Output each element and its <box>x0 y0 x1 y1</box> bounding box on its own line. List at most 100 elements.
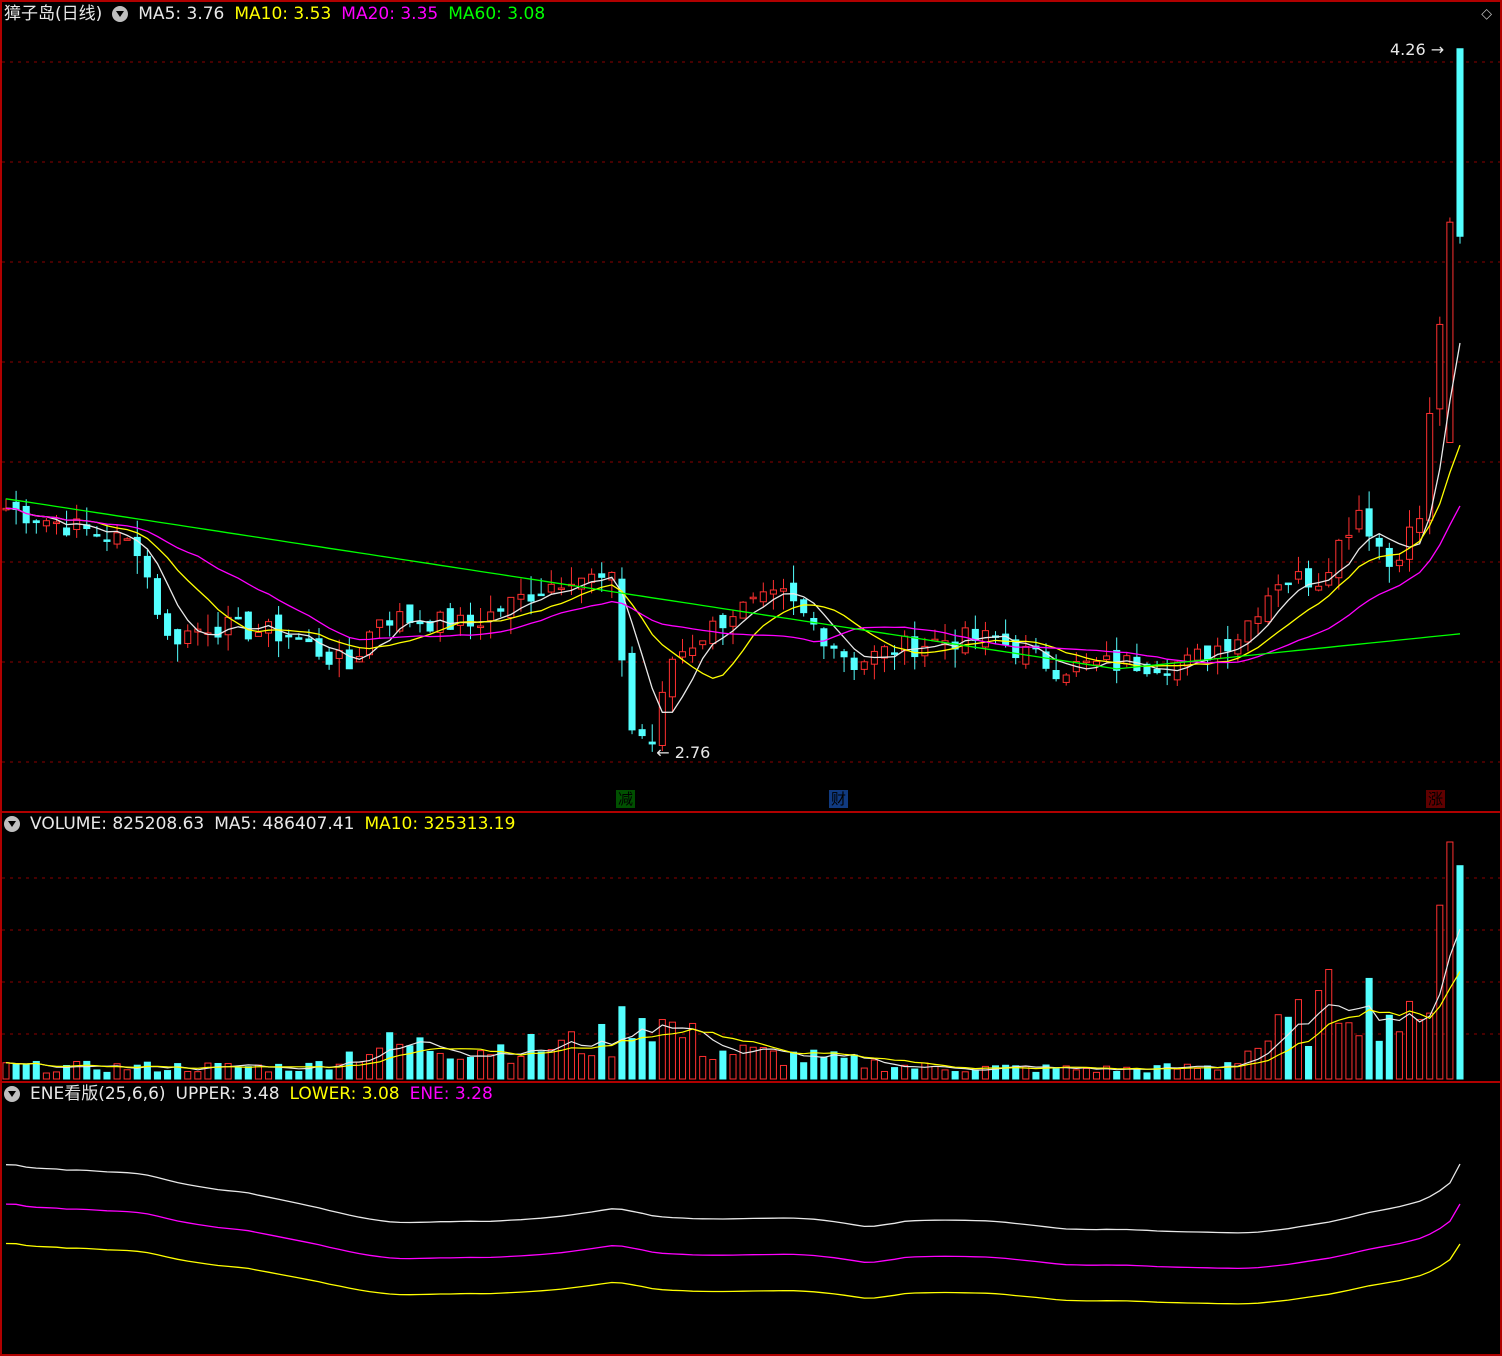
candle-body <box>386 620 394 626</box>
candle-body <box>779 588 788 592</box>
volume-bar <box>396 1043 404 1080</box>
candle-body <box>1456 48 1464 237</box>
marker-reduce[interactable]: 减 <box>616 790 636 808</box>
candle-body <box>891 652 899 655</box>
volume-bar <box>315 1061 323 1080</box>
volume-bar <box>1224 1062 1232 1080</box>
ene-header: ENE看版(25,6,6) UPPER: 3.48 LOWER: 3.08 ENE: … <box>4 1082 513 1106</box>
volume-bar <box>103 1071 111 1080</box>
volume-bar <box>1294 999 1302 1080</box>
candle-body <box>699 640 707 646</box>
candle-body <box>1395 559 1403 567</box>
volume-bar <box>497 1044 505 1080</box>
volume-bar <box>941 1069 949 1080</box>
collapse-circle-icon[interactable] <box>4 1086 20 1102</box>
volume-bar <box>921 1062 929 1080</box>
collapse-circle-icon[interactable] <box>112 6 129 22</box>
candle-body <box>1264 595 1272 623</box>
volume-bar <box>648 1041 656 1080</box>
ene-legend-item: ENE: 3.28 <box>409 1084 493 1104</box>
grid-lines <box>0 0 1502 1356</box>
ene-upper-line <box>5 1163 1461 1234</box>
volume-bar <box>719 1050 727 1080</box>
volume-bar <box>517 1055 525 1080</box>
candle-body <box>1082 660 1090 664</box>
candle-body <box>487 611 495 622</box>
candle-body <box>1416 518 1424 533</box>
volume-bar <box>668 1021 676 1080</box>
candle-body <box>689 647 697 656</box>
low-price-label: ← 2.76 <box>656 743 710 762</box>
ma-legend: MA5: 3.76 MA10: 3.53 MA20: 3.35 MA60: 3.08 <box>138 2 555 26</box>
volume-bar <box>1052 1068 1060 1080</box>
candle-body <box>1284 582 1292 586</box>
chart-canvas[interactable]: 4.26 → ← 2.76 <box>0 0 1502 1356</box>
marker-finance[interactable]: 财 <box>829 790 849 808</box>
candle-body <box>376 619 384 628</box>
volume-legend: VOLUME: 825208.63 MA5: 486407.41 MA10: 325… <box>30 812 525 836</box>
volume-bar <box>961 1071 969 1080</box>
candle-body <box>406 604 414 624</box>
volume-bar <box>911 1068 919 1080</box>
volume-bar <box>810 1049 818 1080</box>
diamond-icon[interactable]: ◇ <box>1481 6 1492 22</box>
volume-bar <box>73 1060 81 1080</box>
collapse-circle-icon[interactable] <box>4 816 20 832</box>
volume-bar <box>194 1071 202 1080</box>
volume-bar <box>224 1063 232 1080</box>
candle-body <box>285 634 293 638</box>
marker-rise[interactable]: 涨 <box>1426 790 1446 808</box>
volume-bar <box>547 1049 555 1080</box>
volume-bar <box>12 1063 20 1080</box>
candle-body <box>638 729 646 737</box>
volume-bar <box>891 1067 899 1080</box>
volume-bar <box>184 1070 192 1080</box>
candle-body <box>547 583 555 593</box>
volume-bar <box>466 1056 475 1080</box>
candle-body <box>840 651 848 658</box>
ma-legend-item: MA10: 3.53 <box>234 4 332 24</box>
candle-body <box>1345 534 1353 538</box>
candle-body <box>1244 620 1252 643</box>
candle-body <box>749 596 757 600</box>
candle-body <box>648 741 656 745</box>
volume-bar <box>1133 1068 1141 1080</box>
volume-bar <box>446 1058 454 1080</box>
volume-bar <box>901 1064 909 1080</box>
candle-body <box>153 578 161 615</box>
volume-bar <box>1143 1072 1151 1080</box>
volume-bar <box>739 1044 747 1080</box>
candle-body <box>63 527 71 536</box>
candle-body <box>739 601 747 619</box>
candle-body <box>1092 660 1101 666</box>
candle-body <box>305 638 313 643</box>
candle-body <box>1204 645 1212 661</box>
volume-bar <box>678 1037 687 1080</box>
candle-body <box>1052 670 1060 680</box>
volume-bar <box>1416 1018 1424 1080</box>
volume-bar <box>769 1050 777 1080</box>
volume-bar <box>386 1032 394 1080</box>
candle-body <box>830 645 838 649</box>
candle-body <box>820 628 828 647</box>
volume-bar <box>537 1051 545 1080</box>
volume-bar <box>759 1047 767 1080</box>
volume-bar <box>1113 1070 1121 1080</box>
candle-body <box>598 573 606 578</box>
candle-body <box>466 614 475 627</box>
candle-body <box>214 626 222 638</box>
candle-body <box>911 636 919 658</box>
candle-body <box>1234 639 1242 655</box>
candle-body <box>345 649 353 670</box>
volume-bar <box>709 1058 717 1080</box>
volume-bar <box>699 1055 707 1080</box>
volume-legend-item: MA10: 325313.19 <box>364 814 516 834</box>
candle-body <box>1365 508 1373 537</box>
candle-body <box>678 651 687 658</box>
volume-bar <box>204 1062 212 1080</box>
candle-body <box>769 589 777 595</box>
volume-bar <box>800 1062 808 1080</box>
ene-legend-item: LOWER: 3.08 <box>289 1084 400 1104</box>
volume-bar <box>779 1064 788 1080</box>
candle-body <box>497 608 505 612</box>
